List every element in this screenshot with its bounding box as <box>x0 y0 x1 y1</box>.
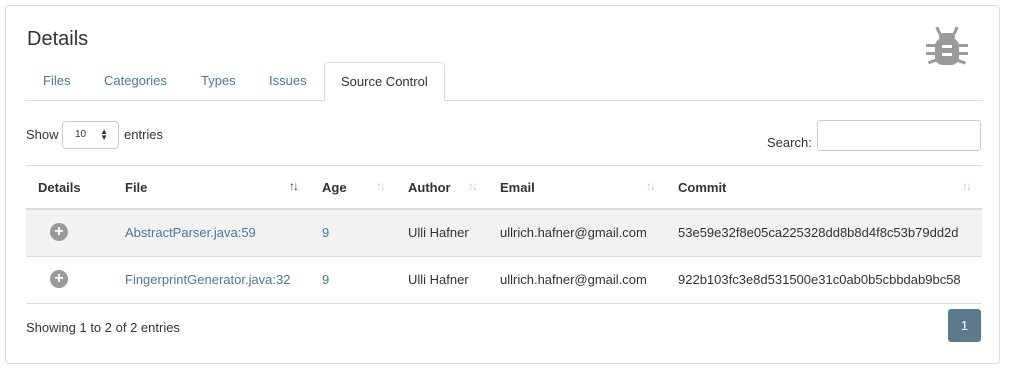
column-header-commit[interactable]: Commit ↑↓ <box>666 165 982 210</box>
tab-issues[interactable]: Issues <box>269 62 307 100</box>
entries-label: entries <box>124 127 164 142</box>
tab-source-control[interactable]: Source Control <box>324 62 445 101</box>
tab-categories[interactable]: Categories <box>104 62 167 100</box>
pagination-page-button[interactable]: 1 <box>948 309 981 342</box>
table-row: + FingerprintGenerator.java:32 9 Ulli Ha… <box>26 256 982 304</box>
author-cell: Ulli Hafner <box>408 271 469 287</box>
tab-types[interactable]: Types <box>201 62 236 100</box>
sort-asc-icon: ↑↓ <box>289 179 299 193</box>
file-link[interactable]: AbstractParser.java:59 <box>125 225 256 240</box>
file-link[interactable]: FingerprintGenerator.java:32 <box>125 272 290 287</box>
plus-circle-icon[interactable]: + <box>50 222 68 241</box>
show-label: Show <box>26 127 59 142</box>
commit-cell: 53e59e32f8e05ca225328dd8b8d4f8c53b79dd2d <box>678 224 959 240</box>
entries-select-value: 10 <box>75 129 87 140</box>
commit-cell: 922b103fc3e8d531500e31c0ab0b5cbbdab9bc58 <box>678 271 961 287</box>
age-link[interactable]: 9 <box>322 272 329 287</box>
sort-icon: ↑↓ <box>962 179 972 193</box>
card-title: Details <box>27 28 89 50</box>
email-cell: ullrich.hafner@gmail.com <box>500 224 647 240</box>
column-header-author[interactable]: Author ↑↓ <box>396 165 488 210</box>
column-header-details: Details <box>26 165 113 210</box>
column-header-age[interactable]: Age ↑↓ <box>310 165 396 210</box>
tab-files[interactable]: Files <box>43 62 70 100</box>
column-header-email[interactable]: Email ↑↓ <box>488 165 666 210</box>
sort-icon: ↑↓ <box>468 179 478 193</box>
sort-icon: ↑↓ <box>376 179 386 193</box>
author-cell: Ulli Hafner <box>408 224 469 240</box>
plus-circle-icon[interactable]: + <box>50 269 68 288</box>
tab-bar: Files Categories Types Issues Source Con… <box>26 62 982 101</box>
search-input[interactable] <box>817 120 981 151</box>
sort-icon: ↑↓ <box>646 179 656 193</box>
table-row: + AbstractParser.java:59 9 Ulli Hafner u… <box>26 208 982 257</box>
email-cell: ullrich.hafner@gmail.com <box>500 271 647 287</box>
entries-select[interactable]: 10 ▲ ▼ <box>62 121 119 149</box>
column-header-file[interactable]: File ↑↓ <box>113 165 310 210</box>
table-info: Showing 1 to 2 of 2 entries <box>26 320 180 335</box>
select-arrows-icon: ▲ ▼ <box>100 127 108 142</box>
details-card: Details Files Categories Types Issues So… <box>5 5 1000 364</box>
age-link[interactable]: 9 <box>322 225 329 240</box>
search-label: Search: <box>767 135 812 150</box>
source-control-table: Details File ↑↓ Age ↑↓ Author ↑↓ Email ↑↓ Co… <box>26 165 982 304</box>
